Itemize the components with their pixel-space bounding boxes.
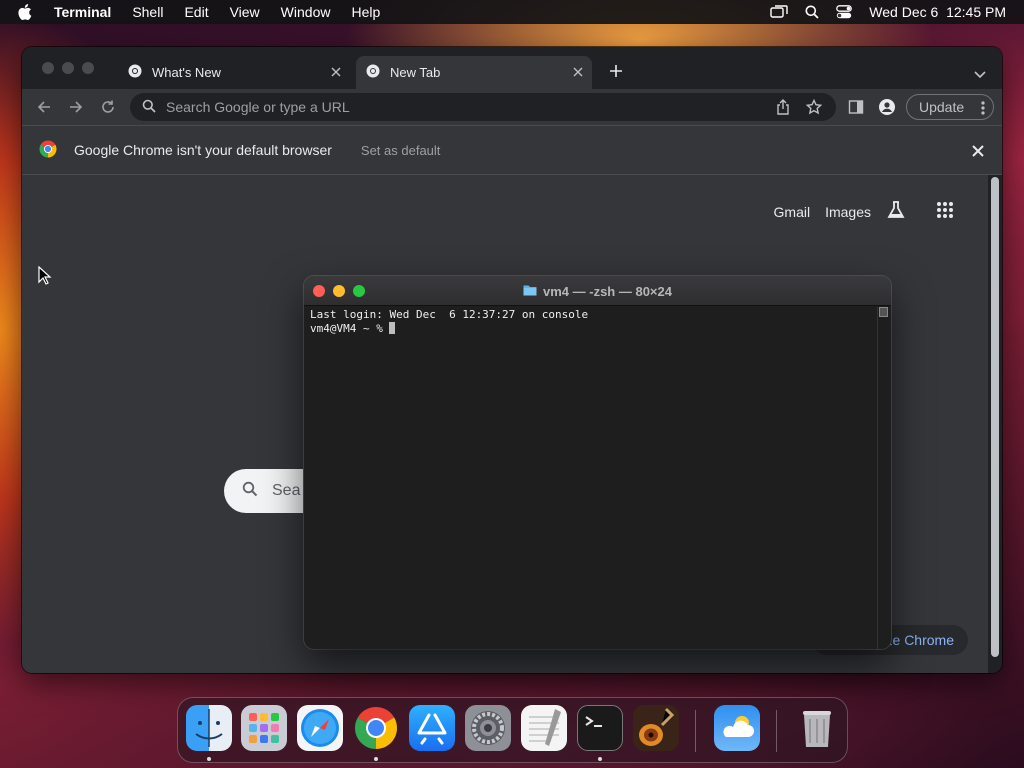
update-button[interactable]: Update: [906, 94, 994, 120]
terminal-app-icon[interactable]: [577, 705, 623, 751]
chrome-close-button[interactable]: [42, 62, 54, 74]
tab-close-icon[interactable]: [570, 64, 586, 80]
control-center-icon[interactable]: [836, 5, 853, 19]
google-chrome-icon[interactable]: [353, 705, 399, 751]
chrome-favicon-icon: [128, 64, 142, 81]
customize-chrome-label: ize Chrome: [882, 632, 954, 648]
finder-icon[interactable]: [186, 705, 232, 751]
infobar-message: Google Chrome isn't your default browser: [74, 142, 332, 158]
menu-window[interactable]: Window: [281, 4, 331, 20]
dock: [177, 697, 848, 763]
menu-edit[interactable]: Edit: [184, 4, 208, 20]
weather-icon[interactable]: [714, 705, 760, 751]
gmail-link[interactable]: Gmail: [774, 204, 811, 220]
reload-icon[interactable]: [100, 99, 116, 115]
omnibox[interactable]: Search Google or type a URL: [130, 93, 836, 121]
safari-icon[interactable]: [297, 705, 343, 751]
tab-new-tab[interactable]: New Tab: [356, 56, 592, 89]
back-arrow-icon[interactable]: [36, 99, 52, 115]
tab-whats-new[interactable]: What's New: [118, 56, 350, 89]
terminal-output[interactable]: Last login: Wed Dec 6 12:37:27 on consol…: [310, 307, 875, 649]
search-icon: [242, 481, 258, 502]
menubar-clock[interactable]: Wed Dec 6 12:45 PM: [869, 4, 1006, 20]
terminal-line: Last login: Wed Dec 6 12:37:27 on consol…: [310, 308, 589, 321]
system-settings-icon[interactable]: [465, 705, 511, 751]
chrome-running-dot: [374, 757, 378, 761]
terminal-scrollbar[interactable]: [877, 307, 889, 649]
terminal-prompt-line: vm4@VM4 ~ %: [310, 322, 875, 336]
terminal-prompt: vm4@VM4 ~ %: [310, 322, 390, 335]
profile-avatar-icon[interactable]: [879, 99, 895, 120]
chrome-minimize-button[interactable]: [62, 62, 74, 74]
share-icon[interactable]: [776, 99, 790, 118]
launchpad-icon[interactable]: [241, 705, 287, 751]
finder-running-dot: [207, 757, 211, 761]
update-label: Update: [919, 99, 965, 115]
infobar-close-icon[interactable]: [972, 144, 984, 160]
chrome-favicon-icon: [366, 64, 380, 81]
images-link[interactable]: Images: [825, 204, 871, 220]
menu-shell[interactable]: Shell: [132, 4, 163, 20]
screen-mirroring-icon[interactable]: [770, 5, 788, 19]
chrome-zoom-button[interactable]: [82, 62, 94, 74]
dock-separator: [695, 710, 696, 752]
trash-icon[interactable]: [794, 705, 840, 751]
menu-app-terminal[interactable]: Terminal: [54, 4, 111, 20]
garageband-icon[interactable]: [633, 705, 679, 751]
page-scrollbar[interactable]: [988, 175, 1002, 673]
apple-menu-icon[interactable]: [18, 4, 34, 20]
terminal-title: vm4 — -zsh — 80×24: [304, 276, 891, 306]
tab-strip: What's New New Tab: [22, 47, 1002, 89]
google-apps-grid-icon[interactable]: [936, 201, 954, 222]
terminal-running-dot: [598, 757, 602, 761]
terminal-titlebar[interactable]: vm4 — -zsh — 80×24: [304, 276, 891, 306]
tab-title: New Tab: [390, 65, 441, 80]
omnibox-placeholder: Search Google or type a URL: [166, 99, 350, 115]
tab-search-chevron-icon[interactable]: [974, 66, 986, 84]
default-browser-infobar: Google Chrome isn't your default browser…: [22, 125, 1002, 175]
ntp-top-links: Gmail Images: [774, 200, 968, 223]
bookmark-star-icon[interactable]: [805, 98, 823, 118]
ntp-search-placeholder: Sea: [272, 482, 301, 499]
terminal-window: vm4 — -zsh — 80×24 Last login: Wed Dec 6…: [304, 276, 891, 649]
menu-bar: Terminal Shell Edit View Window Help Wed…: [0, 0, 1024, 24]
chrome-logo-icon: [39, 140, 57, 161]
terminal-scroll-knob[interactable]: [879, 307, 888, 317]
spotlight-search-icon[interactable]: [805, 5, 819, 19]
menu-view[interactable]: View: [230, 4, 260, 20]
menu-help[interactable]: Help: [351, 4, 380, 20]
folder-icon: [523, 284, 537, 299]
labs-flask-icon[interactable]: [886, 200, 906, 223]
tab-title: What's New: [152, 65, 221, 80]
terminal-cursor: [389, 322, 396, 334]
mouse-pointer-icon: [38, 265, 52, 291]
chrome-toolbar: Search Google or type a URL Update: [22, 89, 1002, 125]
tab-close-icon[interactable]: [328, 64, 344, 80]
terminal-title-text: vm4 — -zsh — 80×24: [543, 283, 672, 299]
dock-separator: [776, 710, 777, 752]
forward-arrow-icon[interactable]: [68, 99, 84, 115]
search-icon: [142, 99, 156, 116]
new-tab-plus-icon[interactable]: [608, 63, 624, 79]
scrollbar-thumb[interactable]: [991, 177, 999, 657]
app-store-icon[interactable]: [409, 705, 455, 751]
textedit-icon[interactable]: [521, 705, 567, 751]
side-panel-icon[interactable]: [848, 99, 864, 120]
set-as-default-button[interactable]: Set as default: [361, 143, 441, 158]
chrome-menu-icon[interactable]: [981, 100, 985, 119]
